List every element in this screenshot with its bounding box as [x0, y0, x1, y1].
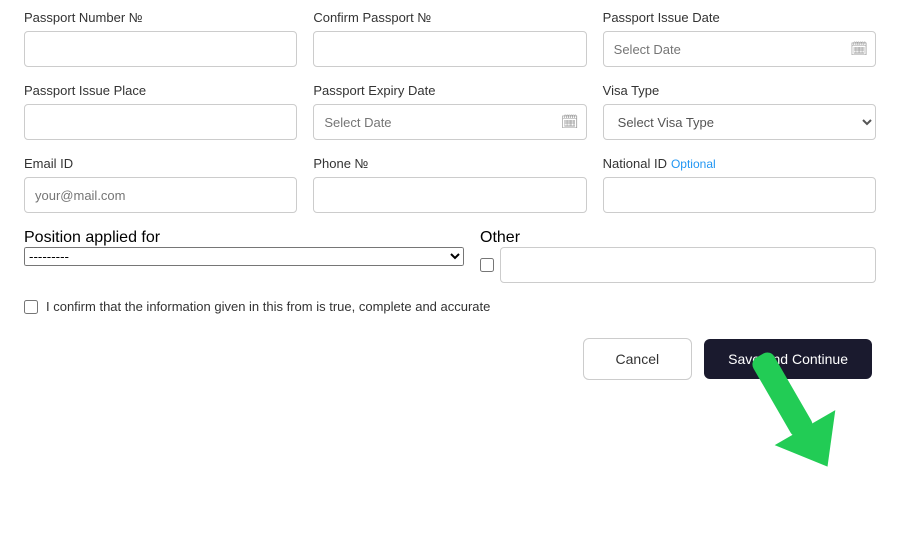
visa-type-select[interactable]: Select Visa Type Tourist Business Studen… [603, 104, 876, 140]
passport-issue-place-group: Passport Issue Place [24, 83, 297, 140]
email-group: Email ID [24, 156, 297, 213]
button-row: Cancel Save And Continue [24, 338, 876, 380]
confirm-passport-input[interactable] [313, 31, 586, 67]
position-row: Position applied for --------- Other [24, 229, 876, 283]
save-continue-button[interactable]: Save And Continue [704, 339, 872, 379]
passport-issue-date-label: Passport Issue Date [603, 10, 876, 25]
confirm-row: I confirm that the information given in … [24, 299, 876, 314]
passport-expiry-date-label: Passport Expiry Date [313, 83, 586, 98]
passport-issue-place-input[interactable] [24, 104, 297, 140]
passport-issue-date-input[interactable] [603, 31, 876, 67]
national-id-label: National IDOptional [603, 156, 876, 171]
passport-number-label: Passport Number № [24, 10, 297, 25]
visa-type-label: Visa Type [603, 83, 876, 98]
passport-number-group: Passport Number № [24, 10, 297, 67]
passport-number-input[interactable] [24, 31, 297, 67]
passport-issue-date-group: Passport Issue Date 🗓 [603, 10, 876, 67]
phone-input[interactable] [313, 177, 586, 213]
position-group: Position applied for --------- [24, 229, 464, 266]
passport-issue-place-label: Passport Issue Place [24, 83, 297, 98]
national-id-group: National IDOptional [603, 156, 876, 213]
confirm-checkbox[interactable] [24, 300, 38, 314]
passport-expiry-date-wrapper: 🗓 [313, 104, 586, 140]
other-input-row [480, 247, 876, 283]
email-input[interactable] [24, 177, 297, 213]
position-label: Position applied for [24, 229, 464, 247]
email-label: Email ID [24, 156, 297, 171]
passport-expiry-date-input[interactable] [313, 104, 586, 140]
other-label: Other [480, 229, 876, 247]
phone-label: Phone № [313, 156, 586, 171]
visa-type-group: Visa Type Select Visa Type Tourist Busin… [603, 83, 876, 140]
national-id-input[interactable] [603, 177, 876, 213]
passport-expiry-date-group: Passport Expiry Date 🗓 [313, 83, 586, 140]
confirm-passport-group: Confirm Passport № [313, 10, 586, 67]
phone-group: Phone № [313, 156, 586, 213]
confirm-passport-label: Confirm Passport № [313, 10, 586, 25]
passport-issue-date-wrapper: 🗓 [603, 31, 876, 67]
confirm-label: I confirm that the information given in … [46, 299, 490, 314]
other-checkbox[interactable] [480, 258, 494, 272]
other-input[interactable] [500, 247, 876, 283]
position-select[interactable]: --------- [24, 247, 464, 266]
other-group: Other [480, 229, 876, 283]
cancel-button[interactable]: Cancel [583, 338, 693, 380]
